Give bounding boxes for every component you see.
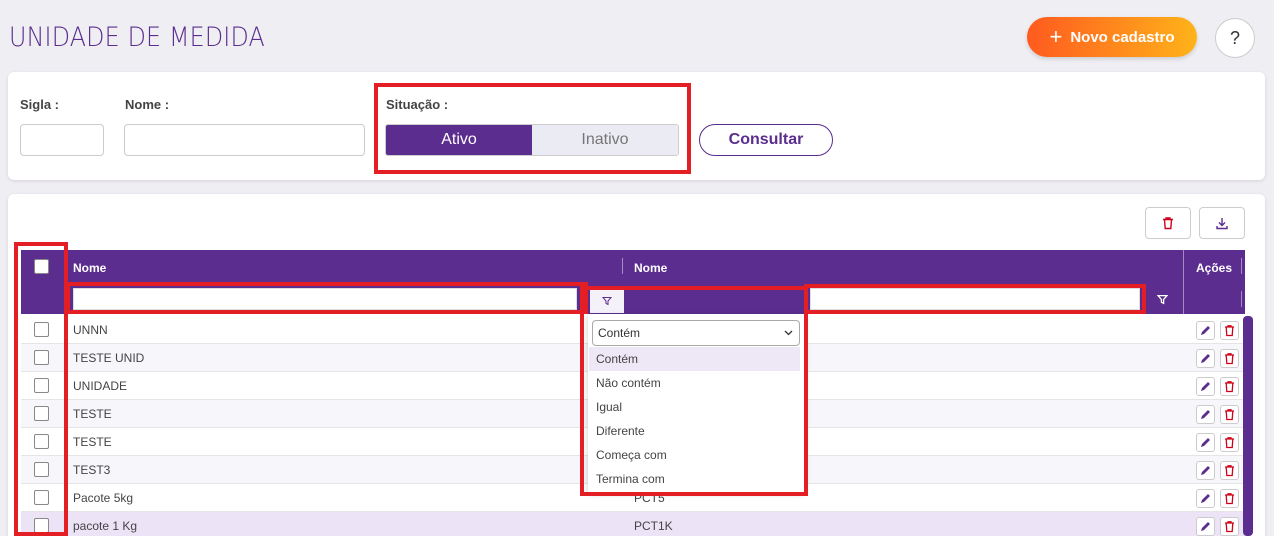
row-nome: TEST3 bbox=[73, 463, 111, 477]
filter-operator-select[interactable]: Contém bbox=[592, 320, 800, 346]
pencil-icon bbox=[1201, 410, 1210, 419]
delete-button[interactable] bbox=[1220, 489, 1239, 508]
row-nome: UNIDADE bbox=[73, 379, 128, 393]
row-nome: TESTE bbox=[73, 407, 112, 421]
pencil-icon bbox=[1201, 354, 1210, 363]
trash-icon bbox=[1225, 325, 1234, 337]
edit-button[interactable] bbox=[1196, 433, 1215, 452]
row-checkbox[interactable] bbox=[34, 322, 49, 337]
help-button[interactable]: ? bbox=[1215, 18, 1255, 58]
dropdown-option[interactable]: Diferente bbox=[589, 419, 800, 443]
delete-button[interactable] bbox=[1220, 517, 1239, 536]
plus-icon: + bbox=[1049, 24, 1063, 49]
sigla-input[interactable] bbox=[20, 124, 104, 156]
pencil-icon bbox=[1201, 494, 1210, 503]
column-header-nome[interactable]: Nome bbox=[73, 261, 106, 275]
header-separator bbox=[1241, 258, 1242, 274]
row-checkbox[interactable] bbox=[34, 350, 49, 365]
edit-button[interactable] bbox=[1196, 517, 1215, 536]
header-separator bbox=[1183, 250, 1184, 314]
row-checkbox[interactable] bbox=[34, 406, 49, 421]
filter-icon bbox=[602, 297, 612, 306]
table-row[interactable]: pacote 1 Kg PCT1K bbox=[21, 512, 1245, 536]
edit-button[interactable] bbox=[1196, 489, 1215, 508]
row-nome: TESTE bbox=[73, 435, 112, 449]
edit-button[interactable] bbox=[1196, 461, 1215, 480]
situacao-toggle: Ativo Inativo bbox=[385, 124, 679, 156]
edit-button[interactable] bbox=[1196, 405, 1215, 424]
header-separator bbox=[1241, 291, 1242, 307]
ativo-option[interactable]: Ativo bbox=[386, 125, 532, 155]
pencil-icon bbox=[1201, 438, 1210, 447]
row-sigla: PCT5 bbox=[634, 491, 665, 505]
edit-button[interactable] bbox=[1196, 349, 1215, 368]
filter-operator-value: Contém bbox=[598, 326, 641, 340]
row-nome: TESTE UNID bbox=[73, 351, 145, 365]
pencil-icon bbox=[1201, 326, 1210, 335]
row-checkbox[interactable] bbox=[34, 378, 49, 393]
dropdown-option[interactable]: Não contém bbox=[589, 371, 800, 395]
filter-icon[interactable] bbox=[1156, 292, 1169, 310]
row-nome: pacote 1 Kg bbox=[73, 519, 138, 533]
row-checkbox[interactable] bbox=[34, 490, 49, 505]
trash-icon bbox=[1225, 493, 1234, 505]
pencil-icon bbox=[1201, 466, 1210, 475]
nome-input[interactable] bbox=[124, 124, 365, 156]
edit-button[interactable] bbox=[1196, 377, 1215, 396]
row-nome: UNNN bbox=[73, 323, 108, 337]
trash-icon bbox=[1225, 381, 1234, 393]
nome-label: Nome : bbox=[125, 97, 170, 112]
row-checkbox[interactable] bbox=[34, 462, 49, 477]
consult-button[interactable]: Consultar bbox=[699, 124, 833, 156]
header-separator bbox=[622, 258, 623, 274]
dropdown-option[interactable]: Começa com bbox=[589, 443, 800, 467]
select-all-checkbox[interactable] bbox=[34, 259, 49, 274]
delete-button[interactable] bbox=[1220, 461, 1239, 480]
page-title: UNIDADE DE MEDIDA bbox=[9, 22, 265, 53]
delete-button[interactable] bbox=[1220, 321, 1239, 340]
dropdown-option[interactable]: Igual bbox=[589, 395, 800, 419]
column-header-acoes: Ações bbox=[1196, 261, 1233, 275]
situacao-label: Situação : bbox=[386, 97, 449, 112]
delete-button[interactable] bbox=[1220, 433, 1239, 452]
dropdown-option[interactable]: Termina com bbox=[589, 467, 800, 491]
new-record-label: Novo cadastro bbox=[1070, 28, 1175, 46]
delete-button[interactable] bbox=[1220, 349, 1239, 368]
sigla-filter-input[interactable] bbox=[810, 288, 1140, 310]
nome-filter-input[interactable] bbox=[73, 288, 577, 310]
export-button[interactable] bbox=[1199, 207, 1245, 239]
new-record-button[interactable]: + Novo cadastro bbox=[1027, 17, 1197, 57]
trash-icon bbox=[1225, 437, 1234, 449]
row-checkbox[interactable] bbox=[34, 518, 49, 533]
sigla-label: Sigla : bbox=[20, 97, 60, 112]
filter-type-button[interactable] bbox=[590, 289, 624, 313]
pencil-icon bbox=[1201, 522, 1210, 531]
row-checkbox[interactable] bbox=[34, 434, 49, 449]
trash-icon bbox=[1163, 217, 1173, 230]
delete-selected-button[interactable] bbox=[1145, 207, 1191, 239]
dropdown-option[interactable]: Contém bbox=[589, 347, 800, 371]
header-separator bbox=[66, 258, 67, 274]
row-nome: Pacote 5kg bbox=[73, 491, 134, 505]
chevron-down-icon bbox=[784, 330, 793, 336]
trash-icon bbox=[1225, 521, 1234, 533]
delete-button[interactable] bbox=[1220, 377, 1239, 396]
grid-scrollbar[interactable] bbox=[1243, 316, 1253, 536]
row-sigla: PCT1K bbox=[634, 519, 673, 533]
column-header-sigla[interactable]: Nome bbox=[634, 261, 667, 275]
trash-icon bbox=[1225, 465, 1234, 477]
edit-button[interactable] bbox=[1196, 321, 1215, 340]
delete-button[interactable] bbox=[1220, 405, 1239, 424]
pencil-icon bbox=[1201, 382, 1210, 391]
trash-icon bbox=[1225, 409, 1234, 421]
download-icon bbox=[1216, 218, 1228, 230]
inativo-option[interactable]: Inativo bbox=[532, 125, 678, 155]
trash-icon bbox=[1225, 353, 1234, 365]
